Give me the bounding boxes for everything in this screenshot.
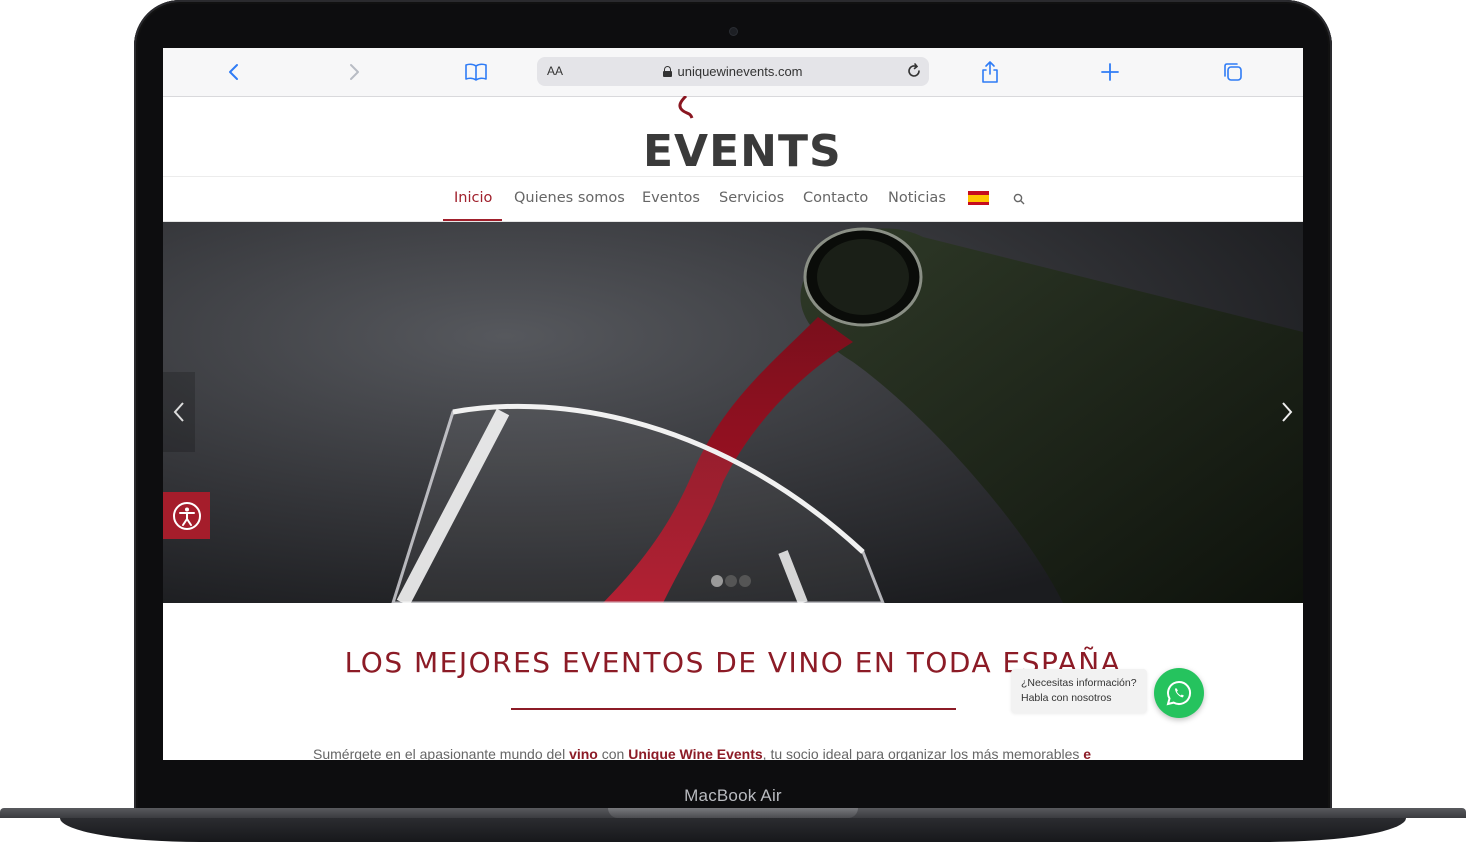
laptop-base xyxy=(0,808,1466,842)
slider-dots xyxy=(711,575,751,587)
safari-toolbar: AA uniquewinevents.com xyxy=(163,48,1303,97)
tabs-button[interactable] xyxy=(1218,58,1248,86)
accessibility-button[interactable] xyxy=(163,492,210,539)
reload-icon[interactable] xyxy=(905,62,923,80)
book-icon xyxy=(465,63,487,81)
back-button[interactable] xyxy=(219,58,249,86)
new-tab-button[interactable] xyxy=(1095,58,1125,86)
slider-dot[interactable] xyxy=(711,575,723,587)
nav-eventos[interactable]: Eventos xyxy=(642,190,700,206)
share-button[interactable] xyxy=(975,58,1005,86)
hero-slider xyxy=(163,222,1303,603)
chevron-right-icon xyxy=(1282,402,1293,422)
chevron-left-icon xyxy=(173,402,184,422)
site-logo[interactable]: EVENTS xyxy=(643,126,842,177)
wine-pour-image xyxy=(163,222,1303,603)
nav-servicios[interactable]: Servicios xyxy=(719,190,784,206)
spain-flag-icon[interactable] xyxy=(968,191,989,205)
camera xyxy=(730,28,737,35)
search-icon[interactable] xyxy=(1013,193,1025,205)
nav-inicio[interactable]: Inicio xyxy=(454,190,492,206)
slider-prev-button[interactable] xyxy=(163,372,195,452)
address-bar[interactable]: AA uniquewinevents.com xyxy=(537,57,929,86)
intro-text: Sumérgete en el apasionante mundo del xyxy=(313,746,570,760)
device-label: MacBook Air xyxy=(684,786,782,805)
chevron-left-icon xyxy=(229,64,238,80)
slider-dot[interactable] xyxy=(725,575,737,587)
intro-text: , tu socio ideal para organizar los más … xyxy=(762,746,1084,760)
chevron-right-icon xyxy=(350,64,359,80)
lock-icon xyxy=(663,66,673,77)
headline-divider xyxy=(511,708,956,710)
tabs-icon xyxy=(1224,63,1242,81)
whatsapp-button[interactable] xyxy=(1154,668,1204,718)
whatsapp-icon xyxy=(1166,680,1191,706)
chat-shadow xyxy=(1113,743,1268,760)
base-notch xyxy=(608,808,858,818)
screen: AA uniquewinevents.com EVENTS Inicio Qui… xyxy=(163,48,1303,760)
intro-link-vino[interactable]: vino xyxy=(569,746,598,760)
whatsapp-line-2: Habla con nosotros xyxy=(1021,692,1112,704)
active-nav-indicator xyxy=(443,219,502,221)
whatsapp-tooltip[interactable]: ¿Necesitas información? Habla con nosotr… xyxy=(1011,669,1147,713)
bookmarks-button[interactable] xyxy=(461,58,491,86)
forward-button[interactable] xyxy=(339,58,369,86)
intro-paragraph: Sumérgete en el apasionante mundo del vi… xyxy=(313,746,1113,760)
plus-icon xyxy=(1101,63,1119,81)
accessibility-icon xyxy=(172,501,201,530)
whatsapp-line-1: ¿Necesitas información? xyxy=(1021,677,1137,689)
site-header: EVENTS xyxy=(163,96,1303,177)
base-bottom xyxy=(60,818,1406,842)
url-text: uniquewinevents.com xyxy=(677,64,803,79)
url-text-wrap: uniquewinevents.com xyxy=(537,64,929,79)
intro-link-brand[interactable]: Unique Wine Events xyxy=(628,746,762,760)
nav-noticias[interactable]: Noticias xyxy=(888,190,946,206)
nav-quienes-somos[interactable]: Quienes somos xyxy=(514,190,625,206)
nav-contacto[interactable]: Contacto xyxy=(803,190,868,206)
share-icon xyxy=(982,61,998,83)
intro-text: con xyxy=(597,746,629,760)
main-nav: Inicio Quienes somos Eventos Servicios C… xyxy=(163,177,1303,222)
intro-link-eventos[interactable]: e xyxy=(1083,746,1091,760)
slider-next-button[interactable] xyxy=(1271,372,1303,452)
slider-dot[interactable] xyxy=(739,575,751,587)
